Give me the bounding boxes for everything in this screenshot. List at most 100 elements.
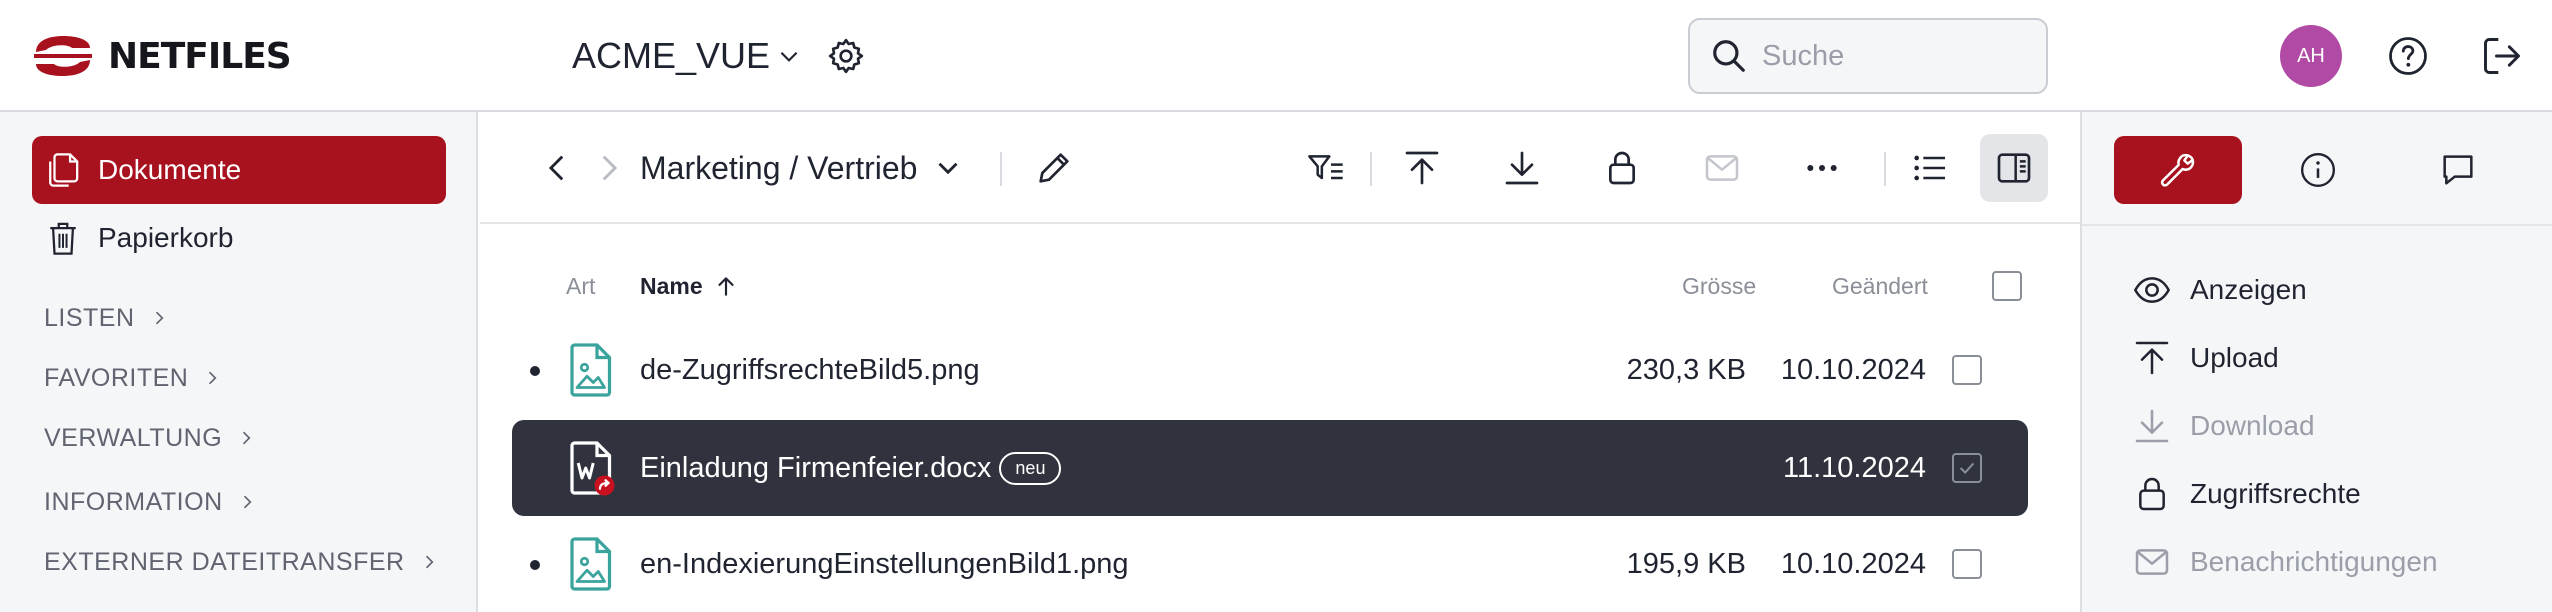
section-favoriten[interactable]: FAVORITEN bbox=[44, 358, 222, 398]
top-header: NETFILES ACME_VUE AH bbox=[0, 0, 2552, 112]
filter-button[interactable] bbox=[1300, 142, 1352, 194]
sort-ascending-icon bbox=[718, 277, 734, 296]
column-label: Geändert bbox=[1832, 272, 1928, 299]
file-row-selected[interactable]: Einladung Firmenfeier.docx neu 11.10.202… bbox=[512, 420, 2028, 516]
user-avatar[interactable]: AH bbox=[2280, 25, 2342, 87]
upload-button[interactable] bbox=[1396, 142, 1448, 194]
column-header-size[interactable]: Grösse bbox=[1682, 266, 1756, 306]
section-label: INFORMATION bbox=[44, 487, 223, 516]
section-label: EXTERNER DATEITRANSFER bbox=[44, 547, 405, 576]
mail-icon bbox=[2135, 549, 2169, 575]
lock-icon bbox=[1609, 151, 1635, 185]
file-row[interactable]: en-IndexierungEinstellungenBild1.png 195… bbox=[512, 516, 2028, 612]
brand-name: NETFILES bbox=[108, 35, 292, 77]
netfiles-logo[interactable]: NETFILES bbox=[32, 34, 292, 78]
sidebar-item-papierkorb[interactable]: Papierkorb bbox=[32, 204, 446, 272]
select-all-checkbox-wrapper bbox=[1992, 266, 2022, 306]
file-size: 195,9 KB bbox=[1626, 547, 1746, 580]
chevron-right-icon bbox=[209, 371, 217, 385]
action-upload[interactable]: Upload bbox=[2132, 334, 2279, 382]
side-panel-icon bbox=[1997, 153, 2031, 183]
column-label: Name bbox=[640, 272, 703, 299]
search-box[interactable] bbox=[1688, 18, 2048, 94]
toolbar-divider bbox=[1884, 152, 1886, 186]
search-icon bbox=[1713, 40, 1745, 72]
eye-icon bbox=[2133, 277, 2171, 303]
back-button[interactable] bbox=[532, 142, 584, 194]
detail-panel-toggle[interactable] bbox=[1980, 134, 2048, 202]
permissions-button[interactable] bbox=[1596, 142, 1648, 194]
row-checkbox-checked[interactable] bbox=[1952, 453, 1982, 483]
chevron-right-icon bbox=[243, 495, 252, 509]
row-checkbox[interactable] bbox=[1952, 549, 1982, 579]
checkmark-icon bbox=[1959, 462, 1975, 475]
logo-mark-icon bbox=[34, 36, 92, 76]
column-header-modified[interactable]: Geändert bbox=[1832, 266, 1928, 306]
section-label: FAVORITEN bbox=[44, 363, 189, 392]
action-benachrichtigungen[interactable]: Benachrichtigungen bbox=[2132, 538, 2438, 586]
file-row[interactable]: de-ZugriffsrechteBild5.png 230,3 KB 10.1… bbox=[512, 322, 2028, 418]
help-button[interactable] bbox=[2384, 32, 2432, 80]
column-label: Art bbox=[566, 272, 596, 299]
section-information[interactable]: INFORMATION bbox=[44, 482, 257, 522]
pencil-icon bbox=[1039, 153, 1069, 183]
download-icon bbox=[1505, 151, 1539, 185]
workspace-settings-button[interactable] bbox=[822, 32, 870, 80]
upload-icon bbox=[1405, 151, 1439, 185]
select-all-checkbox[interactable] bbox=[1992, 271, 2022, 301]
help-icon bbox=[2389, 37, 2427, 75]
file-name: Einladung Firmenfeier.docx neu bbox=[640, 450, 1062, 486]
rename-button[interactable] bbox=[1028, 142, 1080, 194]
search-input[interactable] bbox=[1762, 39, 2022, 73]
sidebar-item-dokumente[interactable]: Dokumente bbox=[32, 136, 446, 204]
trash-icon bbox=[50, 222, 76, 255]
section-label: LISTEN bbox=[44, 303, 135, 332]
column-label: Grösse bbox=[1682, 272, 1757, 299]
sidebar-item-label: Dokumente bbox=[98, 154, 242, 185]
action-download[interactable]: Download bbox=[2132, 402, 2315, 450]
download-icon bbox=[2135, 409, 2169, 443]
column-header-type[interactable]: Art bbox=[566, 266, 595, 306]
section-listen[interactable]: LISTEN bbox=[44, 298, 169, 338]
workspace-selector[interactable]: ACME_VUE bbox=[572, 30, 802, 82]
download-button[interactable] bbox=[1496, 142, 1548, 194]
detail-panel: Anzeigen Upload Download Zugriffsrechte … bbox=[2080, 112, 2552, 612]
panel-divider bbox=[2082, 224, 2552, 226]
image-file-icon bbox=[570, 537, 612, 591]
logout-button[interactable] bbox=[2478, 32, 2526, 80]
tab-info[interactable] bbox=[2254, 136, 2382, 204]
section-label: VERWALTUNG bbox=[44, 423, 223, 452]
workspace-name: ACME_VUE bbox=[572, 35, 771, 76]
more-button[interactable] bbox=[1796, 142, 1848, 194]
forward-button[interactable] bbox=[582, 142, 634, 194]
toolbar-divider bbox=[1370, 152, 1372, 186]
notify-button[interactable] bbox=[1696, 142, 1748, 194]
list-view-button[interactable] bbox=[1904, 142, 1956, 194]
file-browser: Marketing / Vertrieb Art Name Grösse Geä… bbox=[480, 112, 2080, 612]
file-name: de-ZugriffsrechteBild5.png bbox=[640, 352, 980, 388]
upload-icon bbox=[2135, 341, 2169, 375]
tab-actions[interactable] bbox=[2114, 136, 2242, 204]
tab-comments[interactable] bbox=[2394, 136, 2522, 204]
file-name: en-IndexierungEinstellungenBild1.png bbox=[640, 546, 1129, 582]
section-externer-dateitransfer[interactable]: EXTERNER DATEITRANSFER bbox=[44, 542, 439, 582]
row-checkbox[interactable] bbox=[1952, 355, 1982, 385]
breadcrumb[interactable]: Marketing / Vertrieb bbox=[640, 142, 965, 194]
chevron-right-icon bbox=[602, 155, 618, 181]
action-zugriffsrechte[interactable]: Zugriffsrechte bbox=[2132, 470, 2361, 518]
action-anzeigen[interactable]: Anzeigen bbox=[2132, 266, 2307, 314]
comment-icon bbox=[2443, 155, 2473, 185]
file-date-cell: 10.10.2024 bbox=[1781, 352, 1982, 388]
section-verwaltung[interactable]: VERWALTUNG bbox=[44, 418, 256, 458]
chevron-right-icon bbox=[155, 311, 164, 325]
file-date: 10.10.2024 bbox=[1780, 547, 1926, 580]
unread-dot bbox=[530, 560, 540, 570]
sidebar: Dokumente Papierkorb LISTEN FAVORITEN VE… bbox=[0, 112, 478, 612]
file-date-cell: 11.10.2024 bbox=[1783, 450, 1982, 486]
avatar-initials: AH bbox=[2297, 44, 2325, 67]
file-size: 230,3 KB bbox=[1626, 353, 1746, 386]
column-header-name[interactable]: Name bbox=[640, 266, 739, 306]
action-label: Zugriffsrechte bbox=[2190, 478, 2361, 509]
mail-icon bbox=[1705, 155, 1739, 181]
word-file-icon bbox=[570, 441, 615, 496]
